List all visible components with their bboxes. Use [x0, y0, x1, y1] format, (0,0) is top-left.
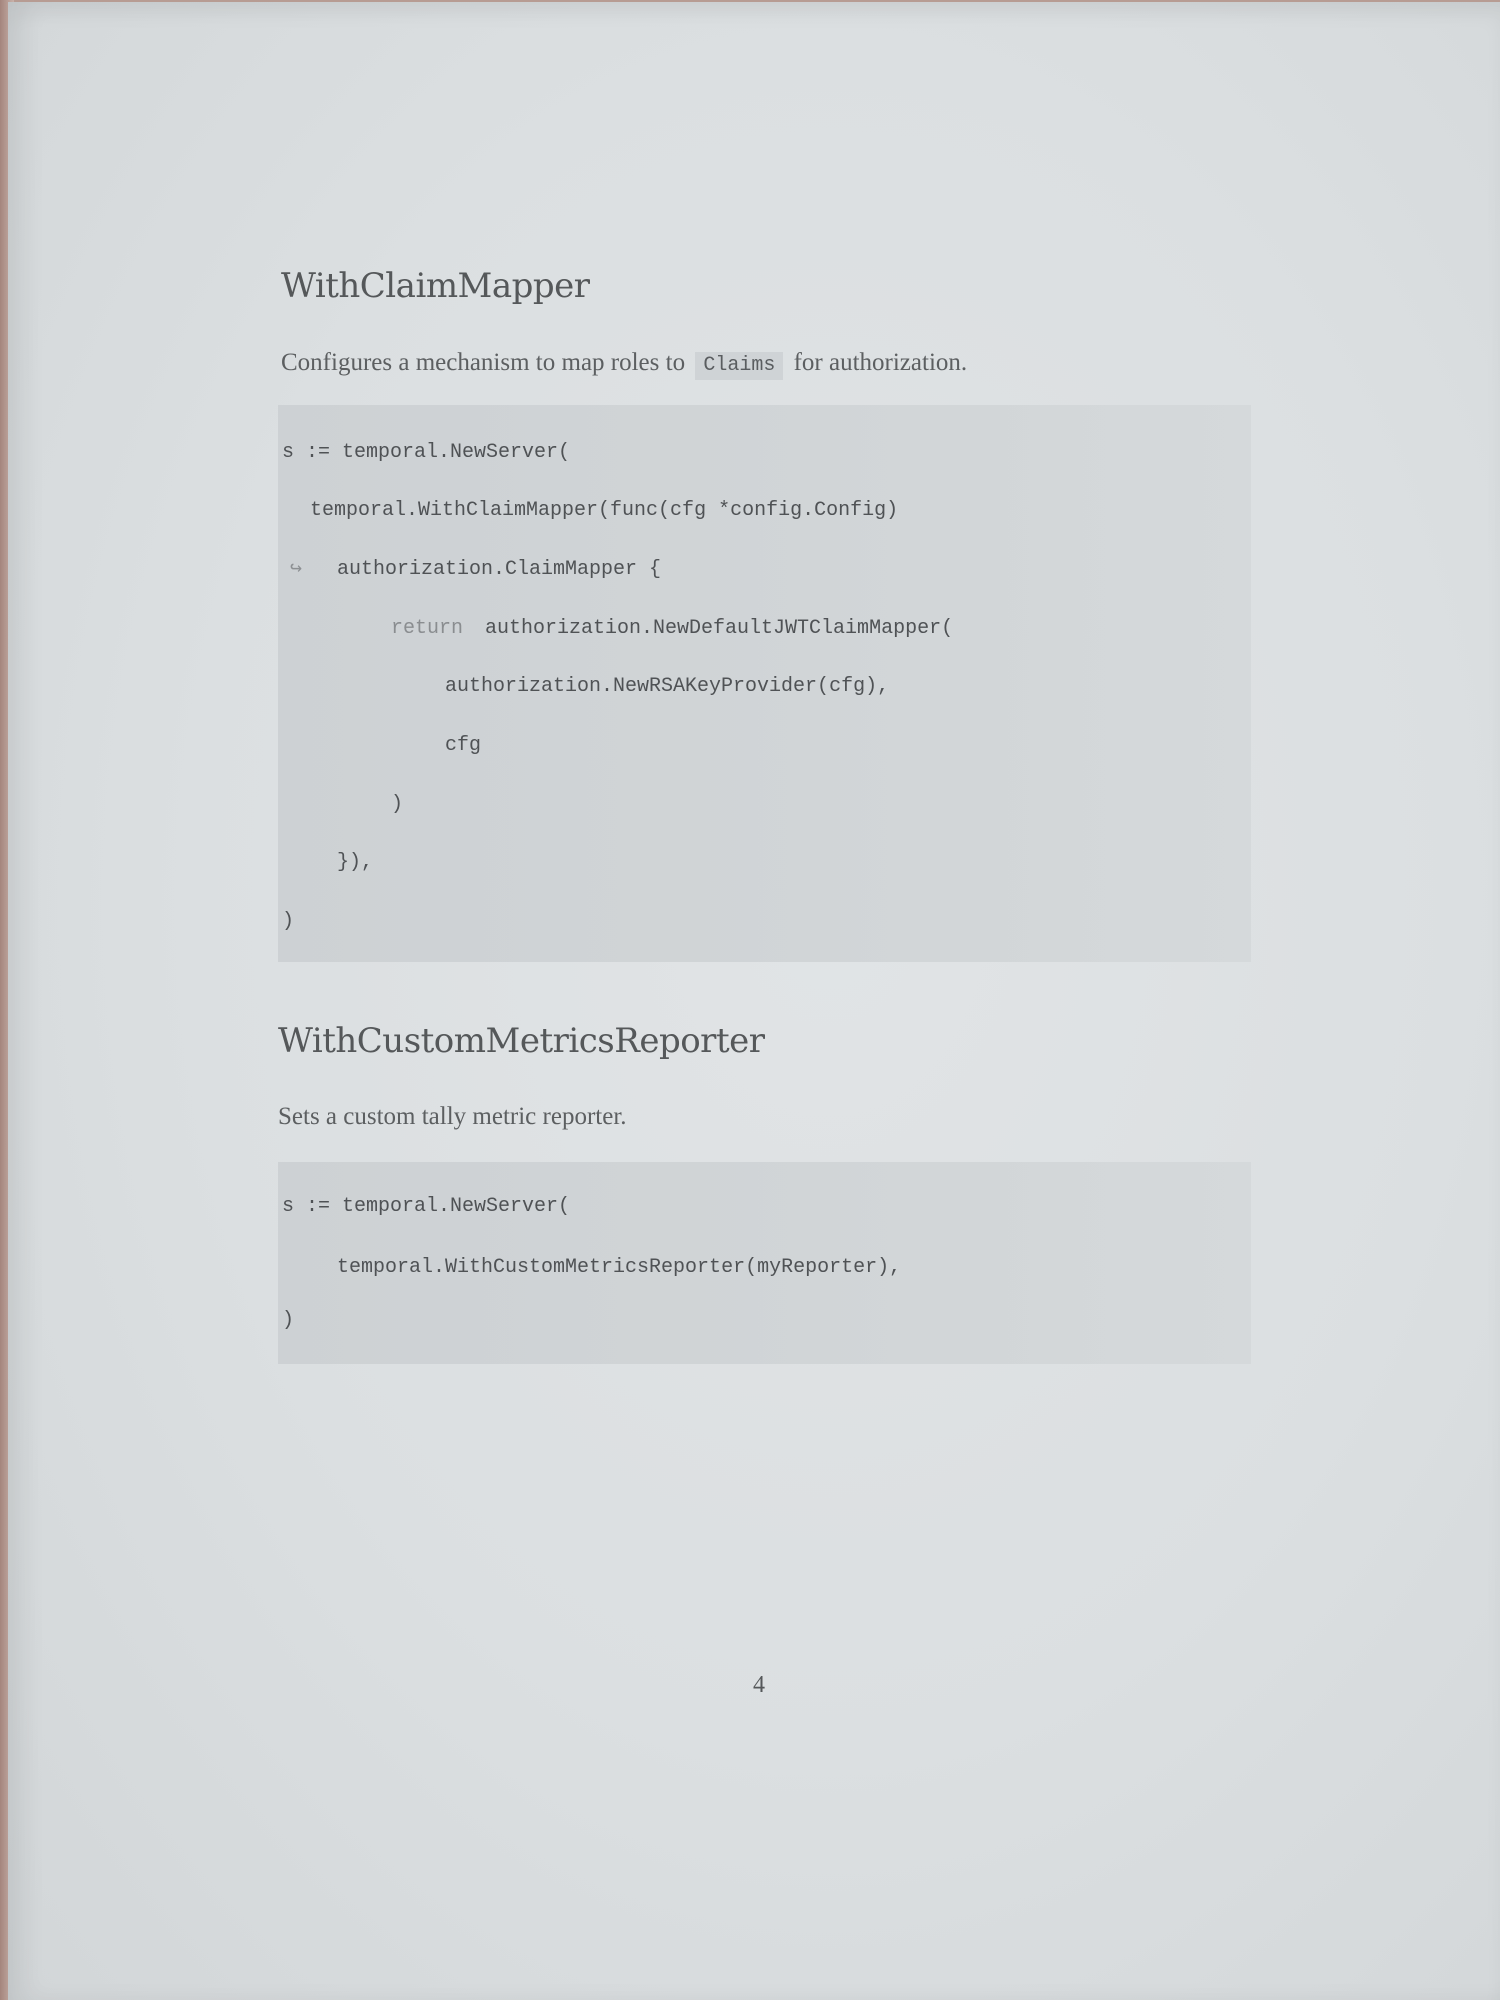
- description-text: Configures a mechanism to map roles to: [281, 349, 686, 376]
- line-continuation-icon: ↪: [290, 558, 303, 581]
- code-line: ): [282, 910, 295, 933]
- code-block-claim-mapper: s := temporal.NewServer( temporal.WithCl…: [278, 405, 1251, 962]
- inline-code-claims: Claims: [695, 352, 784, 380]
- code-block-custom-metrics-reporter: s := temporal.NewServer( temporal.WithCu…: [278, 1162, 1251, 1364]
- code-line: ): [391, 793, 404, 816]
- code-line: temporal.WithCustomMetricsReporter(myRep…: [337, 1256, 902, 1279]
- code-line: temporal.WithClaimMapper(func(cfg *confi…: [310, 499, 899, 522]
- page-number: 4: [753, 1672, 765, 1698]
- code-line: ): [282, 1309, 295, 1332]
- code-keyword: return: [391, 617, 464, 640]
- section-description-custom-metrics-reporter: Sets a custom tally metric reporter.: [278, 1103, 627, 1130]
- code-line: authorization.ClaimMapper {: [337, 558, 662, 581]
- code-line: authorization.NewRSAKeyProvider(cfg),: [445, 675, 890, 698]
- section-title-custom-metrics-reporter: WithCustomMetricsReporter: [278, 1021, 765, 1061]
- code-line: s := temporal.NewServer(: [282, 1195, 571, 1218]
- section-title-claim-mapper: WithClaimMapper: [281, 266, 590, 306]
- code-line: s := temporal.NewServer(: [282, 441, 571, 464]
- code-line: cfg: [445, 734, 482, 757]
- code-line: }),: [337, 851, 374, 874]
- document-page: WithClaimMapper Configures a mechanism t…: [8, 2, 1500, 2000]
- description-text: for authorization.: [793, 349, 968, 376]
- code-line: authorization.NewDefaultJWTClaimMapper(: [485, 617, 954, 640]
- section-description-claim-mapper: Configures a mechanism to map roles to C…: [281, 349, 968, 380]
